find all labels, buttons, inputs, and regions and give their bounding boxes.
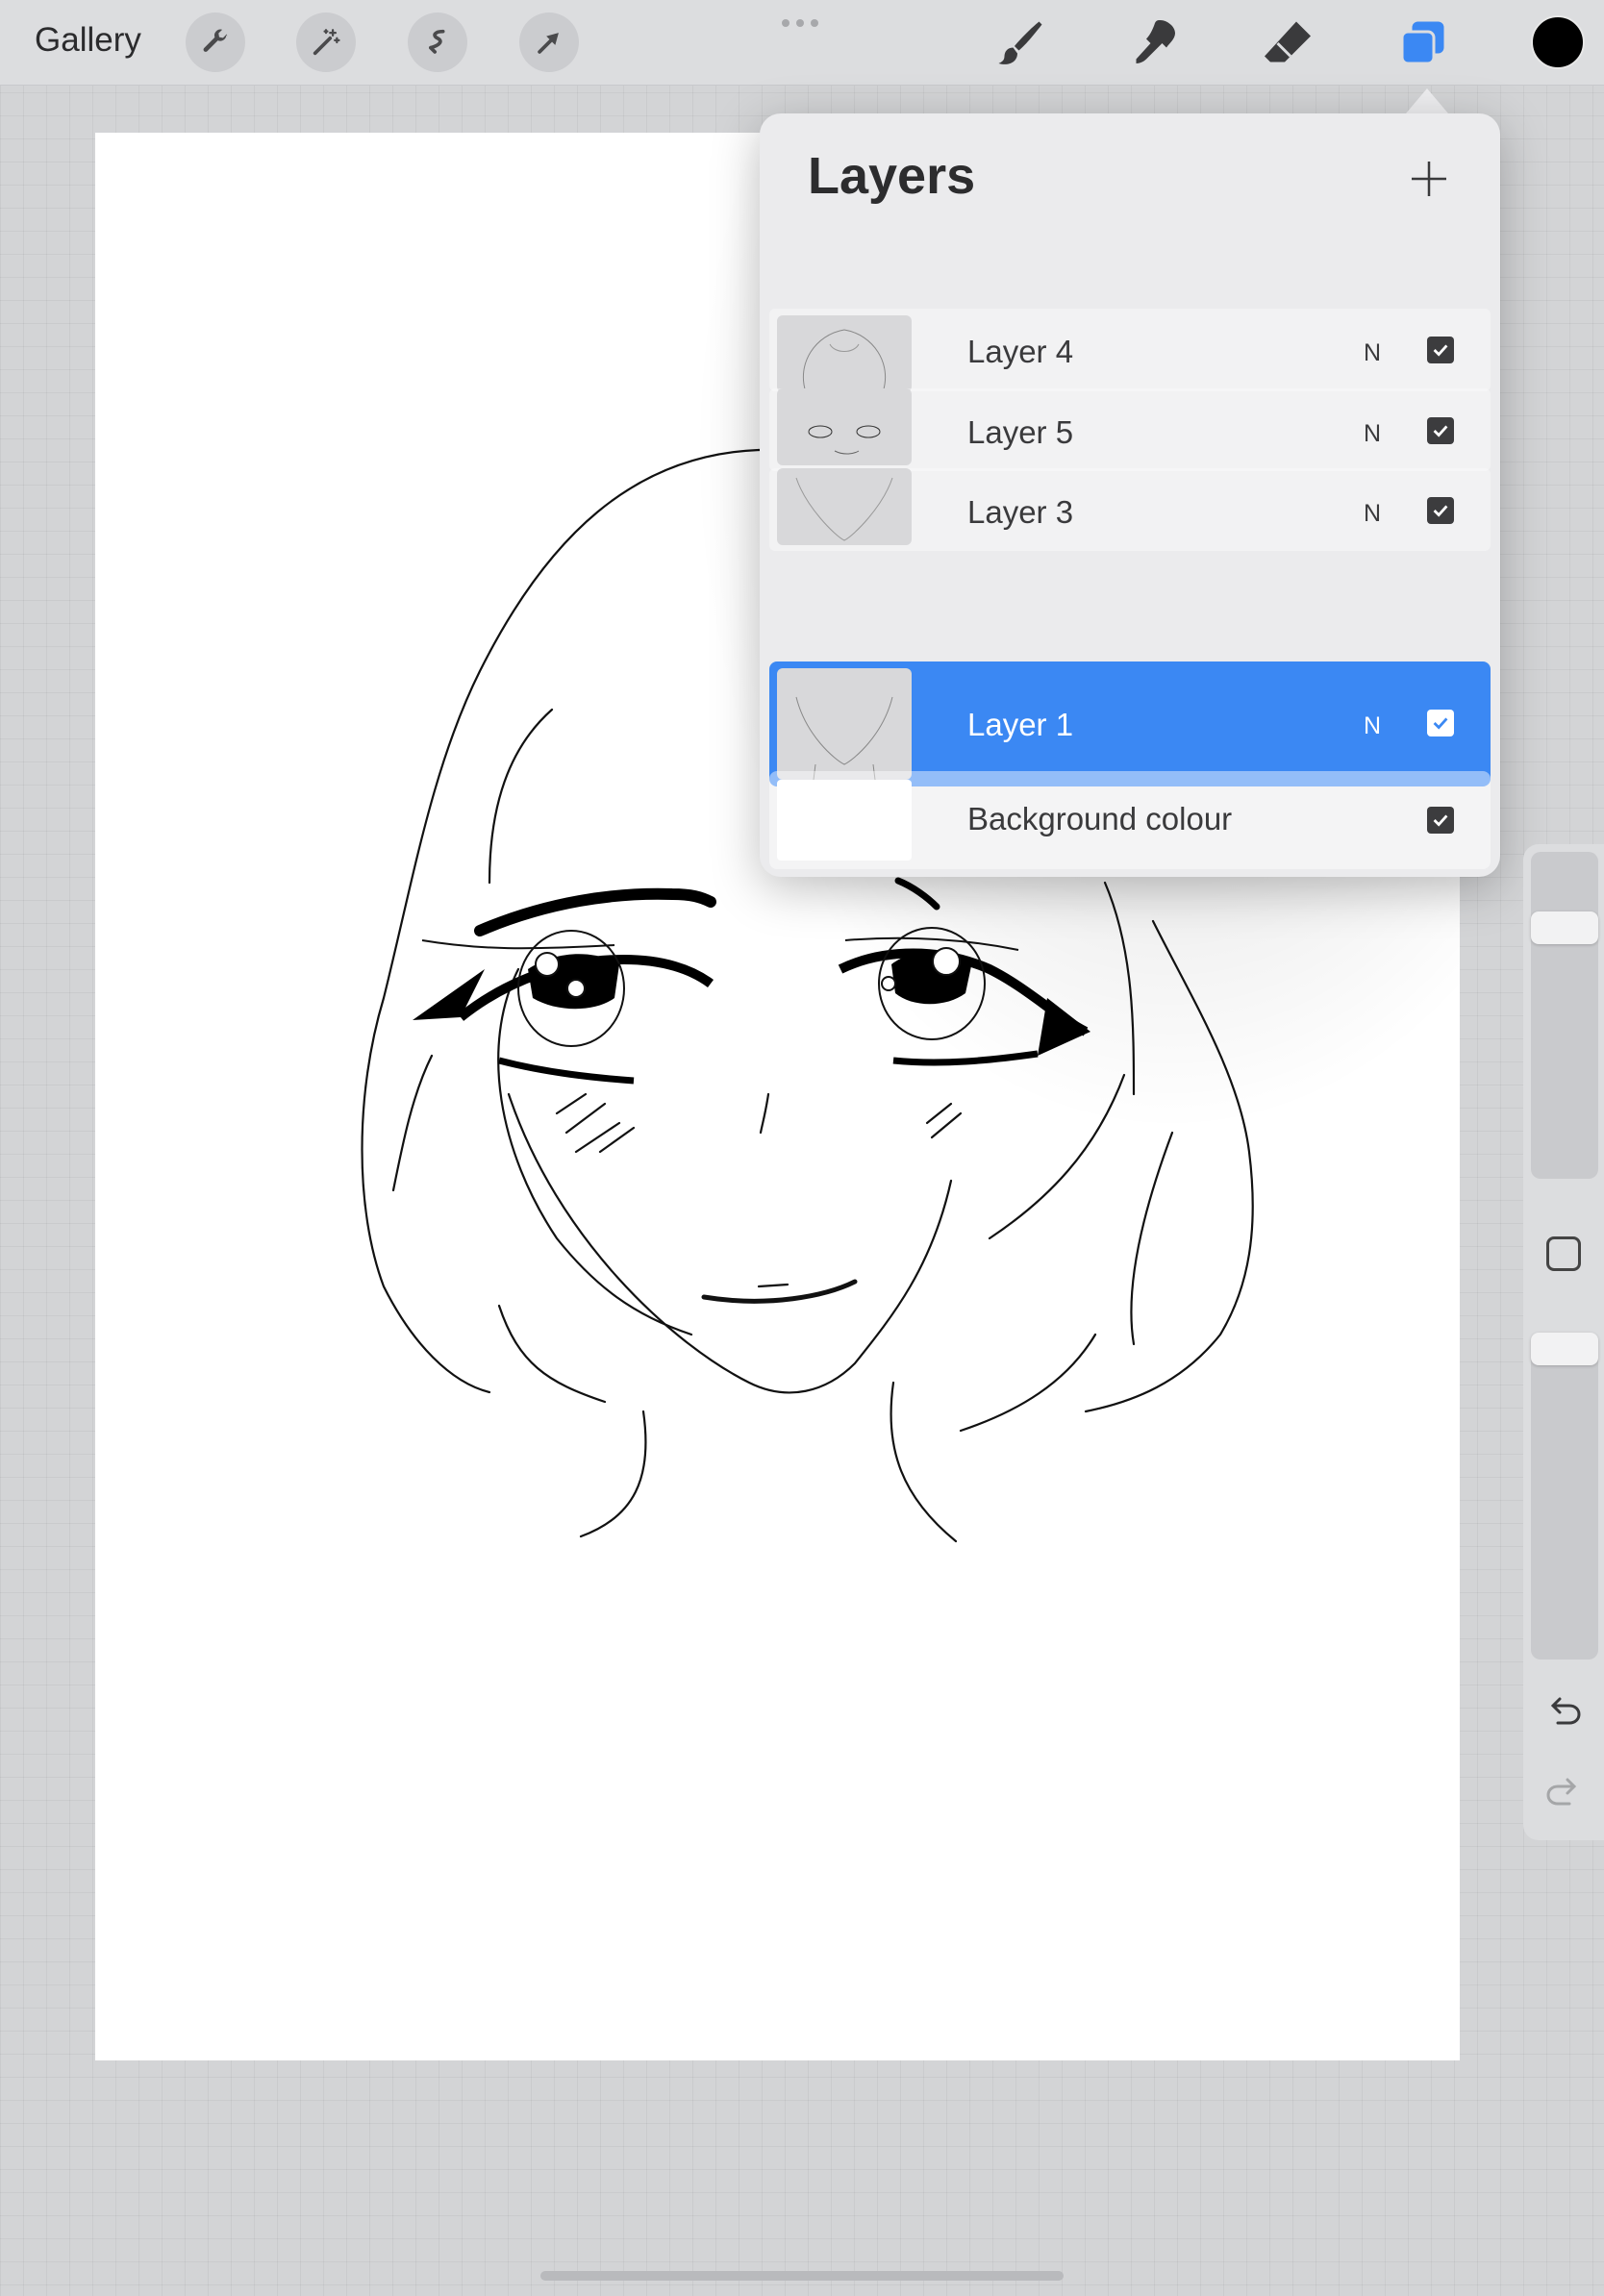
gallery-button[interactable]: Gallery: [35, 21, 141, 60]
erase-button[interactable]: [1258, 13, 1317, 73]
layer-visibility-checkbox[interactable]: [1427, 497, 1454, 524]
wrench-icon: [203, 29, 228, 52]
background-swatch[interactable]: [777, 780, 912, 861]
blend-mode[interactable]: N: [1364, 712, 1381, 740]
transform-arrow-icon: [538, 33, 559, 54]
layer-name: Layer 5: [967, 414, 1074, 450]
checkmark-icon: [1433, 505, 1448, 517]
layer-thumbnail: [777, 468, 912, 545]
background-colour-row[interactable]: Background colour: [769, 771, 1491, 869]
brush-icon: [998, 21, 1042, 64]
top-toolbar: Gallery: [0, 0, 1604, 86]
layers-panel-title: Layers: [808, 147, 976, 205]
checkmark-icon: [1433, 344, 1448, 357]
grip-dot: [811, 19, 818, 27]
layer-row[interactable]: Layer 4 N: [769, 309, 1491, 392]
layer-name: Layer 1: [967, 707, 1074, 742]
blend-mode[interactable]: N: [1364, 339, 1381, 367]
brush-size-slider[interactable]: [1531, 852, 1598, 1179]
home-indicator[interactable]: [540, 2271, 1064, 2281]
redo-icon[interactable]: [1541, 1769, 1587, 1815]
selection-button[interactable]: [408, 12, 467, 72]
layer-name: Layer 4: [967, 334, 1074, 369]
background-label: Background colour: [967, 801, 1233, 836]
grip-dot: [782, 19, 789, 27]
layers-panel: Layers Layer 4 N Layer 5 N Layer 3 N Lay…: [760, 113, 1500, 877]
adjustments-button[interactable]: [296, 12, 356, 72]
plus-icon[interactable]: [1410, 160, 1448, 198]
layer-row[interactable]: Layer 5 N: [769, 388, 1491, 471]
layer-thumbnail: [777, 315, 912, 392]
brush-size-thumb[interactable]: [1531, 911, 1598, 944]
grip-dot: [796, 19, 804, 27]
layer-thumbnail: [777, 668, 912, 780]
layer-visibility-checkbox[interactable]: [1427, 417, 1454, 444]
magic-wand-icon: [313, 29, 340, 56]
actions-button[interactable]: [186, 12, 245, 72]
opacity-slider[interactable]: [1531, 1333, 1598, 1660]
layers-icon: [1400, 21, 1444, 65]
toolbar-grip[interactable]: [782, 19, 818, 27]
layer-row-selected[interactable]: Layer 1 N: [769, 661, 1491, 786]
smudge-button[interactable]: [1125, 13, 1185, 73]
checkmark-icon: [1433, 717, 1448, 730]
transform-button[interactable]: [519, 12, 579, 72]
paint-button[interactable]: [990, 13, 1050, 73]
opacity-thumb[interactable]: [1531, 1333, 1598, 1365]
layer-visibility-checkbox[interactable]: [1427, 337, 1454, 363]
layer-name: Layer 3: [967, 494, 1074, 530]
layers-button[interactable]: [1392, 13, 1452, 73]
background-visibility-checkbox[interactable]: [1427, 807, 1454, 834]
sidebar: [1523, 844, 1604, 1840]
layer-thumbnail: [777, 388, 912, 465]
color-picker[interactable]: [1531, 15, 1585, 69]
smudge-icon: [1136, 20, 1175, 63]
selection-icon: [429, 29, 445, 54]
blend-mode[interactable]: N: [1364, 420, 1381, 448]
modify-button[interactable]: [1546, 1236, 1581, 1271]
checkmark-icon: [1433, 814, 1448, 827]
blend-mode[interactable]: N: [1364, 500, 1381, 528]
checkmark-icon: [1433, 425, 1448, 437]
eraser-icon: [1265, 21, 1311, 62]
layer-row[interactable]: Layer 3 N: [769, 468, 1491, 551]
undo-icon[interactable]: [1541, 1688, 1587, 1734]
layer-visibility-checkbox[interactable]: [1427, 710, 1454, 736]
popover-arrow: [1406, 88, 1448, 113]
